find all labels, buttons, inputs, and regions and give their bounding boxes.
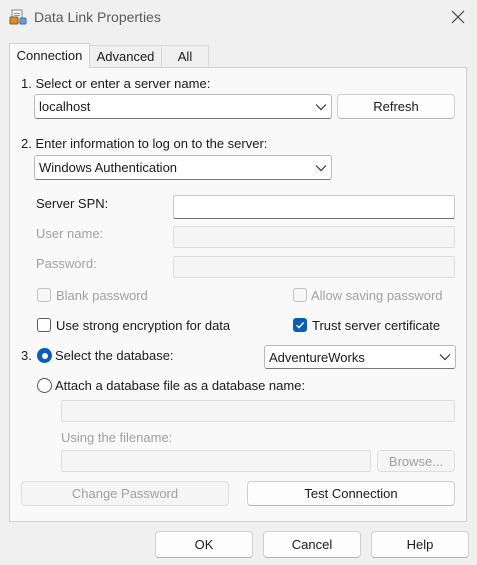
authentication-combo[interactable]: Windows Authentication bbox=[34, 155, 332, 180]
checkmark-icon bbox=[296, 322, 305, 329]
data-link-app-icon bbox=[9, 8, 27, 26]
trust-server-certificate-label: Trust server certificate bbox=[312, 318, 441, 333]
window-title: Data Link Properties bbox=[34, 9, 161, 25]
title-bar: Data Link Properties bbox=[0, 0, 477, 36]
tab-all[interactable]: All bbox=[161, 45, 209, 67]
chevron-down-icon bbox=[315, 156, 327, 179]
refresh-button[interactable]: Refresh bbox=[337, 94, 455, 119]
attach-database-label: Attach a database file as a database nam… bbox=[55, 378, 306, 393]
username-label: User name: bbox=[36, 226, 104, 241]
database-value: AdventureWorks bbox=[269, 349, 365, 365]
change-password-button[interactable]: Change Password bbox=[21, 481, 229, 506]
close-button[interactable] bbox=[441, 2, 475, 32]
attach-database-radio[interactable] bbox=[37, 378, 52, 393]
server-name-combo[interactable]: localhost bbox=[34, 94, 332, 119]
close-icon bbox=[451, 10, 465, 24]
allow-saving-password-checkbox[interactable] bbox=[293, 288, 307, 302]
help-button[interactable]: Help bbox=[371, 531, 469, 558]
strong-encryption-checkbox[interactable] bbox=[37, 318, 51, 332]
trust-server-certificate-checkbox[interactable] bbox=[293, 318, 307, 332]
filename-input[interactable] bbox=[61, 450, 371, 472]
blank-password-checkbox[interactable] bbox=[37, 288, 51, 302]
attach-database-name-input[interactable] bbox=[61, 400, 455, 422]
strong-encryption-label: Use strong encryption for data bbox=[56, 318, 231, 333]
blank-password-label: Blank password bbox=[56, 288, 148, 303]
filename-label: Using the filename: bbox=[61, 430, 173, 445]
authentication-value: Windows Authentication bbox=[39, 160, 178, 175]
chevron-down-icon bbox=[439, 346, 451, 368]
database-combo[interactable]: AdventureWorks bbox=[264, 345, 456, 369]
server-name-value: localhost bbox=[39, 99, 91, 114]
select-database-radio[interactable] bbox=[37, 348, 52, 363]
test-connection-button[interactable]: Test Connection bbox=[247, 481, 455, 506]
step3-number: 3. bbox=[21, 348, 32, 363]
server-spn-label: Server SPN: bbox=[36, 196, 109, 211]
ok-button[interactable]: OK bbox=[155, 531, 253, 558]
chevron-down-icon bbox=[315, 95, 327, 118]
username-input[interactable] bbox=[173, 226, 455, 248]
tab-advanced[interactable]: Advanced bbox=[89, 45, 162, 67]
cancel-button[interactable]: Cancel bbox=[263, 531, 361, 558]
server-name-label: 1. Select or enter a server name: bbox=[21, 76, 211, 91]
password-label: Password: bbox=[36, 256, 97, 271]
select-database-label: Select the database: bbox=[55, 348, 174, 363]
allow-saving-password-label: Allow saving password bbox=[311, 288, 443, 303]
tab-connection[interactable]: Connection bbox=[9, 43, 90, 68]
browse-button[interactable]: Browse... bbox=[377, 450, 455, 472]
password-input[interactable] bbox=[173, 256, 455, 278]
server-spn-input[interactable] bbox=[173, 195, 455, 219]
logon-info-label: 2. Enter information to log on to the se… bbox=[21, 136, 268, 151]
